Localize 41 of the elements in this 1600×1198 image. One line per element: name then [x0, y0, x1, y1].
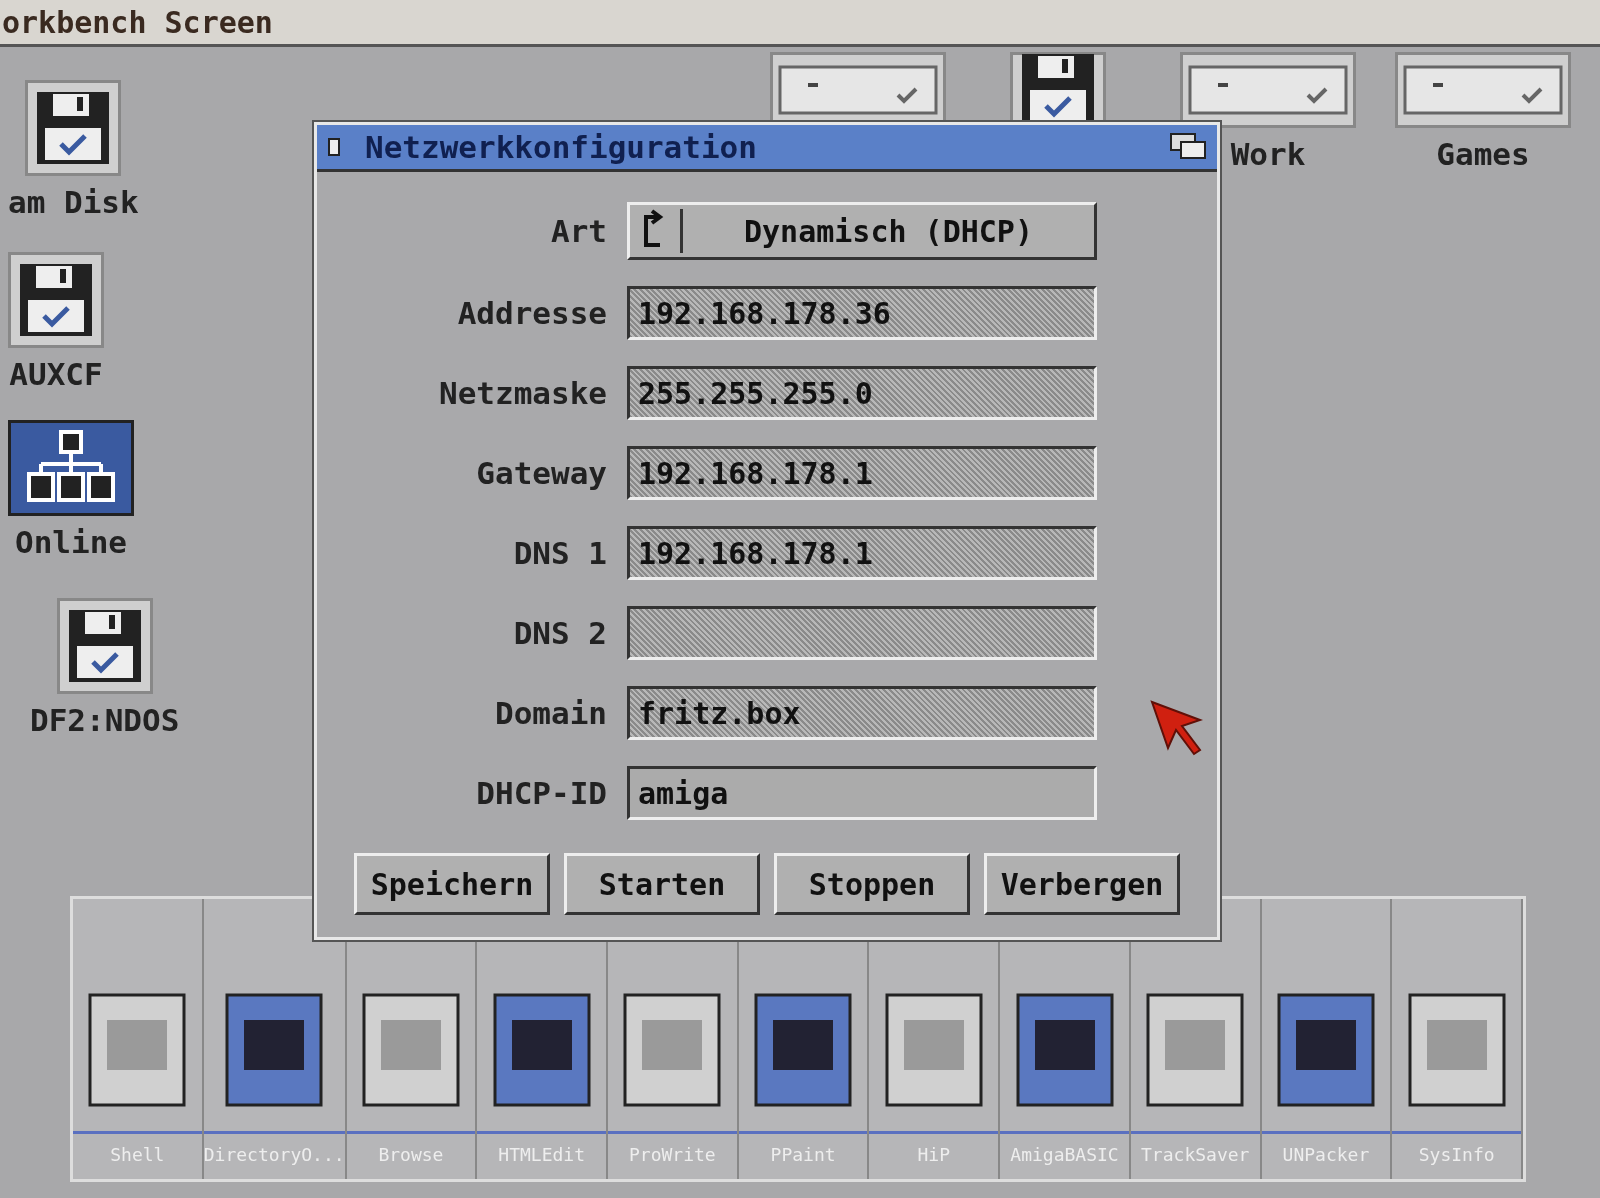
screen-title: orkbench Screen	[2, 4, 273, 40]
app-label: UNPacker	[1261, 1131, 1391, 1165]
hard-drive-icon	[1403, 65, 1563, 115]
icon-label: Games	[1436, 136, 1530, 172]
icon-label: DF2:NDOS	[30, 702, 180, 738]
app-label: HTMLEdit	[477, 1131, 606, 1165]
field-label: Domain	[494, 695, 607, 731]
hard-drive-icon	[1188, 65, 1348, 115]
icon-label: AUXCF	[9, 356, 103, 392]
field-label: DNS 2	[512, 615, 607, 651]
app-label: PPaint	[738, 1131, 868, 1165]
field-label: DHCP-ID	[475, 775, 607, 811]
icon-label: Online	[15, 524, 127, 560]
cycle-gadget[interactable]: Dynamisch (DHCP)	[627, 202, 1097, 260]
field-label: Addresse	[456, 295, 607, 331]
field-label: Art	[550, 213, 607, 249]
icon-label: Work	[1230, 136, 1306, 172]
input-field[interactable]: amiga	[627, 766, 1097, 820]
app-label: Browse	[346, 1131, 476, 1165]
desktop-icon[interactable]	[56, 598, 153, 694]
desktop-icon[interactable]	[8, 420, 134, 516]
window-button[interactable]: Speichern	[354, 853, 550, 915]
window-title: Netzwerkkonfiguration	[365, 129, 758, 165]
icon-label: am Disk	[8, 184, 139, 220]
app-label: DirectoryO...	[203, 1131, 345, 1165]
window-button[interactable]: Stoppen	[774, 853, 970, 915]
field-label: Netzmaske	[438, 375, 607, 411]
hard-drive-icon	[778, 65, 938, 115]
desktop-icon[interactable]	[25, 80, 122, 176]
window-button[interactable]: Starten	[564, 853, 760, 915]
field-label: Gateway	[475, 455, 607, 491]
app-label: TrackSaver	[1130, 1131, 1260, 1165]
app-label: SysInfo	[1392, 1131, 1521, 1165]
app-label: HiP	[869, 1131, 999, 1165]
app-label: ProWrite	[608, 1131, 737, 1165]
app-label: Shell	[73, 1131, 202, 1165]
desktop-icon[interactable]	[8, 252, 104, 348]
depth-icon[interactable]	[1169, 132, 1209, 162]
app-label: AmigaBASIC	[1000, 1131, 1129, 1165]
field-label: DNS 1	[512, 535, 607, 571]
window-button[interactable]: Verbergen	[984, 853, 1180, 915]
